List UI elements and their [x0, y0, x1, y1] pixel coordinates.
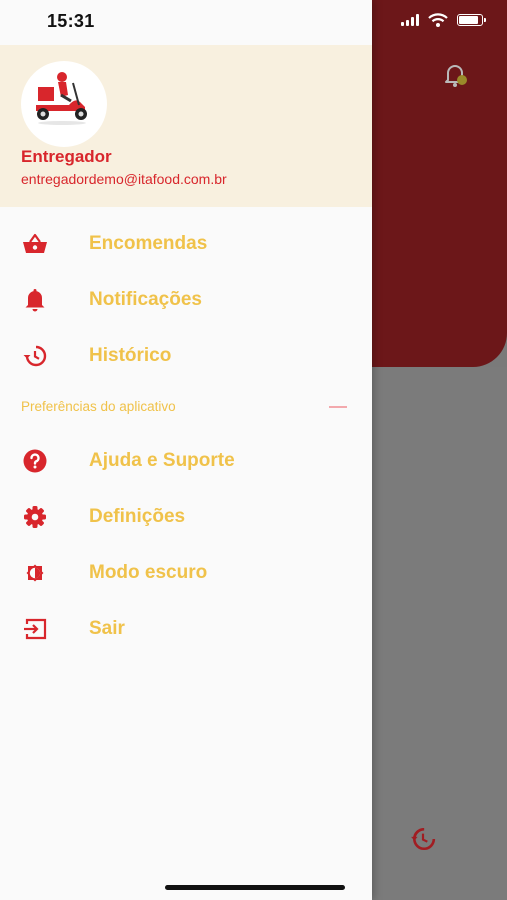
user-email: entregadordemo@itafood.com.br — [21, 171, 227, 187]
menu-label-notificacoes: Notificações — [89, 289, 202, 310]
drawer-header: Entregador entregadordemo@itafood.com.br — [0, 45, 372, 207]
menu-item-ajuda-suporte[interactable]: Ajuda e Suporte — [0, 436, 372, 486]
menu-label-encomendas: Encomendas — [89, 233, 208, 254]
menu-label-definicoes: Definições — [89, 506, 186, 527]
basket-icon — [22, 231, 48, 257]
preferences-section-label: Preferências do aplicativo — [21, 399, 176, 414]
notification-bell-icon[interactable] — [440, 60, 470, 90]
status-time: 15:31 — [47, 11, 95, 31]
gear-icon — [22, 504, 48, 530]
menu-item-sair[interactable]: Sair — [0, 604, 372, 654]
wifi-icon — [428, 13, 448, 27]
menu-label-historico: Histórico — [89, 345, 172, 366]
menu-item-encomendas[interactable]: Encomendas — [0, 219, 372, 269]
menu-item-modo-escuro[interactable]: Modo escuro — [0, 548, 372, 598]
collapse-icon[interactable] — [329, 406, 347, 408]
menu-label-modo-escuro: Modo escuro — [89, 562, 208, 583]
menu-item-notificacoes[interactable]: Notificações — [0, 275, 372, 325]
user-name: Entregador — [21, 147, 112, 166]
logout-icon — [22, 616, 48, 642]
menu-item-historico[interactable]: Histórico — [0, 331, 372, 381]
delivery-scooter-icon — [36, 72, 87, 125]
menu-label-sair: Sair — [89, 618, 125, 639]
menu-item-definicoes[interactable]: Definições — [0, 492, 372, 542]
history-icon — [22, 343, 48, 369]
status-icons — [401, 13, 486, 27]
history-nav-icon[interactable] — [410, 826, 436, 852]
help-icon — [22, 448, 48, 474]
home-indicator — [165, 885, 345, 890]
avatar[interactable] — [21, 61, 107, 147]
battery-icon — [457, 14, 486, 26]
navigation-drawer: 15:31 Entregador entregadordemo@itafood.… — [0, 0, 372, 900]
dark-mode-icon — [22, 560, 48, 586]
menu-label-ajuda-suporte: Ajuda e Suporte — [89, 450, 235, 471]
bell-icon — [22, 287, 48, 313]
signal-icon — [401, 14, 419, 26]
